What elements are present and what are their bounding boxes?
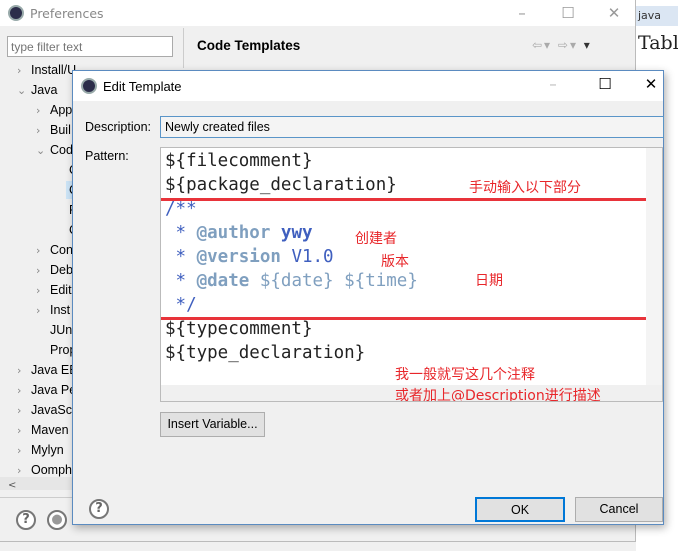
expand-icon[interactable]: › [17,404,21,417]
edit-template-dialog: Edit Template – ☐ ✕ Description: Newly c… [72,70,664,525]
minimize-icon[interactable]: – [543,75,563,93]
pattern-editor[interactable]: ${filecomment} ${package_declaration} /*… [160,147,663,402]
nav-arrows-icon[interactable]: ⇦▾ ⇨▾ ▾ [532,38,592,52]
maximize-icon[interactable]: ☐ [595,75,615,93]
tree-item[interactable]: Mylyn [31,443,64,457]
eclipse-icon [8,5,24,21]
filter-input[interactable] [7,36,173,57]
vertical-scrollbar[interactable] [646,148,662,386]
window-title: Preferences [30,5,104,21]
tree-item[interactable]: Maven [31,423,69,437]
annotation-note1: 我一般就写这几个注释 [395,367,535,383]
preferences-titlebar: Preferences – ☐ ✕ [0,0,635,26]
expand-icon[interactable]: › [36,244,40,257]
annotation-creator: 创建者 [355,231,397,247]
expand-icon[interactable]: › [36,124,40,137]
cancel-button[interactable]: Cancel [575,497,663,522]
expand-icon[interactable]: › [17,384,21,397]
insert-variable-button[interactable]: Insert Variable... [160,412,265,437]
code-line: ${type_declaration} [165,343,366,363]
annotation-note2: 或者加上@Description进行描述 [395,388,601,402]
tree-item[interactable]: Java Pe [31,383,76,397]
tree-item[interactable]: Inst [50,303,70,317]
annotation-manual-input: 手动输入以下部分 [469,180,581,196]
editor-text: Tabl [638,32,678,54]
expand-icon[interactable]: › [17,364,21,377]
annotation-date: 日期 [475,273,503,289]
import-icon[interactable]: ● [47,510,67,530]
pattern-label: Pattern: [85,149,129,163]
expand-icon[interactable]: › [36,104,40,117]
tree-item[interactable]: Edit [50,283,72,297]
description-input[interactable]: Newly created files [160,116,664,138]
close-icon[interactable]: ✕ [641,75,661,93]
expand-icon[interactable]: › [17,464,21,477]
expand-icon[interactable]: › [17,444,21,457]
expand-icon[interactable]: › [17,64,21,77]
collapse-icon[interactable]: ⌄ [36,144,45,157]
tree-item[interactable]: App [50,103,72,117]
expand-icon[interactable]: › [36,304,40,317]
tree-item[interactable]: JavaScr [31,403,76,417]
code-line: ${package_declaration} [165,175,397,195]
expand-icon[interactable]: › [36,264,40,277]
close-icon[interactable]: ✕ [604,4,624,22]
tree-item[interactable]: JUn [50,323,72,337]
tree-item[interactable]: Buil [50,123,71,137]
help-icon[interactable]: ? [16,510,36,530]
annotation-version: 版本 [381,254,409,270]
dialog-titlebar: Edit Template – ☐ ✕ [73,71,663,101]
tree-item[interactable]: Deb [50,263,73,277]
tree-item[interactable]: Java [31,83,57,97]
collapse-icon[interactable]: ⌄ [17,84,26,97]
expand-icon[interactable]: › [36,284,40,297]
tree-item[interactable]: Con [50,243,73,257]
tree-item[interactable]: Java EE [31,363,78,377]
tree-item[interactable]: Oomph [31,463,72,477]
ok-button[interactable]: OK [475,497,565,522]
tree-item[interactable]: Install/U [31,63,76,77]
minimize-icon[interactable]: – [512,4,532,22]
description-label: Description: [85,120,151,134]
expand-icon[interactable]: › [17,424,21,437]
code-line: ${filecomment} [165,151,313,171]
editor-tab[interactable]: java [636,6,678,26]
dialog-title: Edit Template [103,78,182,94]
code-line: ${typecomment} [165,319,313,339]
panel-title: Code Templates [197,38,301,53]
eclipse-icon [81,78,97,94]
tree-item[interactable]: Cod [50,143,73,157]
maximize-icon[interactable]: ☐ [558,4,578,22]
help-icon[interactable]: ? [89,499,109,519]
